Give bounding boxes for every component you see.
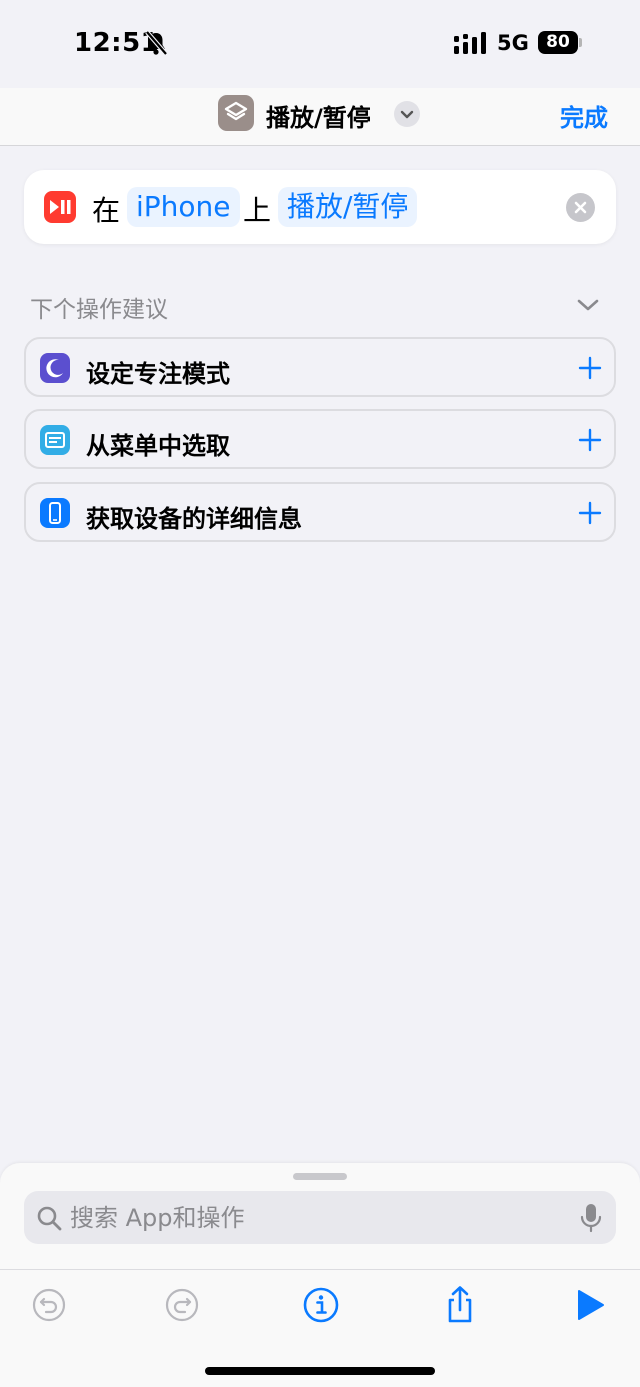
action-middle-text: 上: [243, 194, 272, 227]
close-icon: [574, 201, 587, 214]
battery-cap: [579, 38, 582, 47]
battery-icon: 80: [538, 31, 582, 54]
suggestion-focus-mode[interactable]: 设定专注模式: [24, 337, 616, 397]
info-icon[interactable]: [301, 1285, 341, 1325]
title-menu-button[interactable]: [394, 101, 420, 127]
action-search-sheet: [0, 1163, 640, 1387]
shortcuts-layers-icon: [224, 101, 248, 121]
undo-icon[interactable]: [29, 1285, 69, 1325]
microphone-icon[interactable]: [580, 1203, 602, 1233]
suggestion-device-details[interactable]: 获取设备的详细信息: [24, 482, 616, 542]
menu-icon: [40, 425, 70, 455]
home-indicator: [205, 1367, 435, 1375]
suggestion-label: 从菜单中选取: [86, 432, 230, 460]
battery-level: 80: [538, 31, 578, 54]
sheet-grabber[interactable]: [293, 1173, 347, 1180]
network-type: 5G: [497, 31, 529, 55]
cellular-signal-icon: [454, 32, 486, 54]
suggestion-label: 设定专注模式: [86, 360, 230, 388]
add-icon[interactable]: [578, 356, 602, 380]
collapse-chevron-icon[interactable]: [576, 296, 600, 314]
status-bar: 12:51 5G 80: [0, 0, 640, 88]
action-prefix-text: 在: [92, 194, 121, 227]
search-icon: [37, 1206, 62, 1231]
run-shortcut-icon[interactable]: [570, 1285, 610, 1325]
shortcut-title[interactable]: 播放/暂停: [266, 98, 371, 133]
suggestion-choose-from-menu[interactable]: 从菜单中选取: [24, 409, 616, 469]
suggestions-header: 下个操作建议: [30, 297, 168, 323]
action-token[interactable]: 播放/暂停: [278, 187, 418, 227]
chevron-down-icon: [400, 110, 414, 119]
action-card[interactable]: 在 iPhone 上 播放/暂停: [24, 170, 616, 244]
add-icon[interactable]: [578, 428, 602, 452]
search-bar[interactable]: [24, 1191, 616, 1244]
done-button[interactable]: 完成: [560, 98, 608, 133]
add-icon[interactable]: [578, 501, 602, 525]
search-input[interactable]: [70, 1191, 570, 1244]
suggestion-label: 获取设备的详细信息: [86, 505, 302, 533]
remove-action-button[interactable]: [566, 193, 595, 222]
moon-icon: [40, 353, 70, 383]
nav-bar: 播放/暂停 完成: [0, 88, 640, 146]
phone-icon: [40, 498, 70, 528]
redo-icon[interactable]: [162, 1285, 202, 1325]
share-icon[interactable]: [440, 1285, 480, 1325]
bell-slash-icon: [145, 30, 168, 56]
device-token[interactable]: iPhone: [127, 187, 240, 227]
shortcut-app-icon[interactable]: [218, 95, 254, 131]
toolbar-divider: [0, 1269, 640, 1270]
play-pause-icon: [44, 191, 76, 223]
